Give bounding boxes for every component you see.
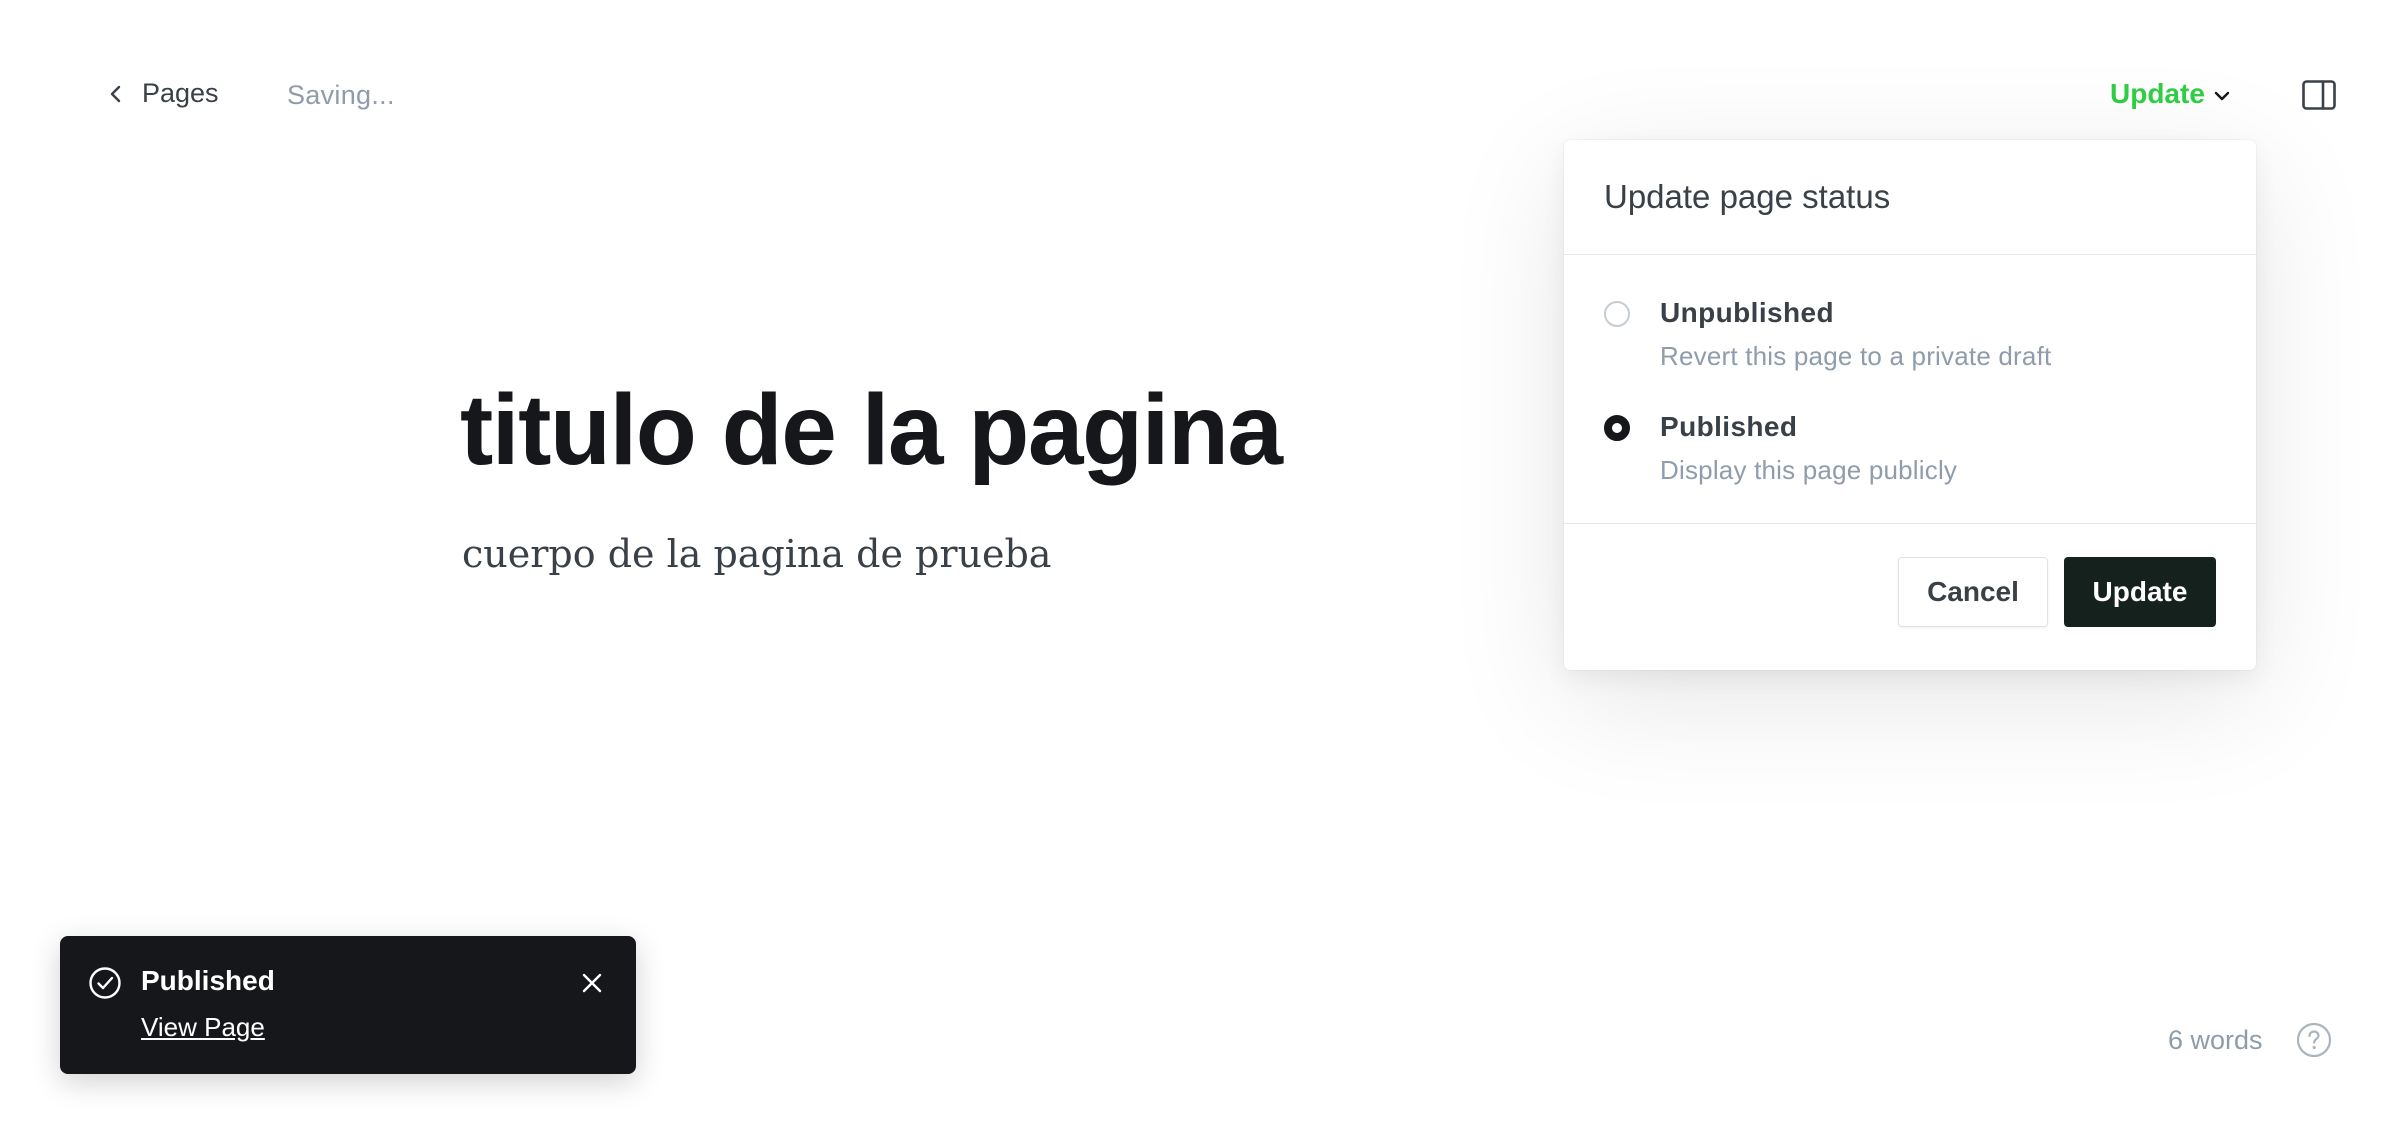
word-count: 6 words xyxy=(2168,1025,2263,1055)
published-toast: Published View Page xyxy=(60,936,636,1074)
close-icon[interactable] xyxy=(579,970,605,996)
radio-published[interactable] xyxy=(1604,415,1630,441)
back-to-pages-link[interactable]: Pages xyxy=(108,78,219,109)
option-title: Published xyxy=(1660,411,1798,442)
radio-unpublished[interactable] xyxy=(1604,301,1630,327)
saving-status: Saving... xyxy=(287,80,395,110)
post-title[interactable]: titulo de la pagina xyxy=(460,380,1283,480)
chevron-left-icon xyxy=(110,85,121,102)
popover-actions: Cancel Update xyxy=(1564,524,2256,670)
cancel-button[interactable]: Cancel xyxy=(1898,557,2048,627)
sidebar-toggle-icon[interactable] xyxy=(2302,80,2336,110)
update-button[interactable]: Update xyxy=(2064,557,2216,627)
view-page-link[interactable]: View Page xyxy=(141,1012,265,1043)
page-editor: Pages Saving... Update titulo de la pagi… xyxy=(0,0,2400,1128)
update-trigger-label: Update xyxy=(2110,78,2205,109)
update-menu-trigger[interactable]: Update xyxy=(2110,78,2231,110)
option-title: Unpublished xyxy=(1660,297,1834,328)
option-description: Revert this page to a private draft xyxy=(1660,341,2052,371)
back-link-label: Pages xyxy=(142,78,219,108)
help-icon[interactable] xyxy=(2296,1022,2332,1058)
toast-title: Published xyxy=(141,965,275,996)
update-status-popover: Update page status Unpublished Revert th… xyxy=(1564,140,2256,670)
status-options: Unpublished Revert this page to a privat… xyxy=(1564,255,2256,524)
option-published[interactable]: Published Display this page publicly xyxy=(1604,411,1957,486)
popover-heading: Update page status xyxy=(1564,140,2256,255)
option-description: Display this page publicly xyxy=(1660,455,1958,485)
option-unpublished[interactable]: Unpublished Revert this page to a privat… xyxy=(1604,297,2051,372)
post-body[interactable]: cuerpo de la pagina de prueba xyxy=(462,532,1051,576)
check-circle-icon xyxy=(89,967,121,999)
chevron-down-icon xyxy=(2214,91,2230,101)
